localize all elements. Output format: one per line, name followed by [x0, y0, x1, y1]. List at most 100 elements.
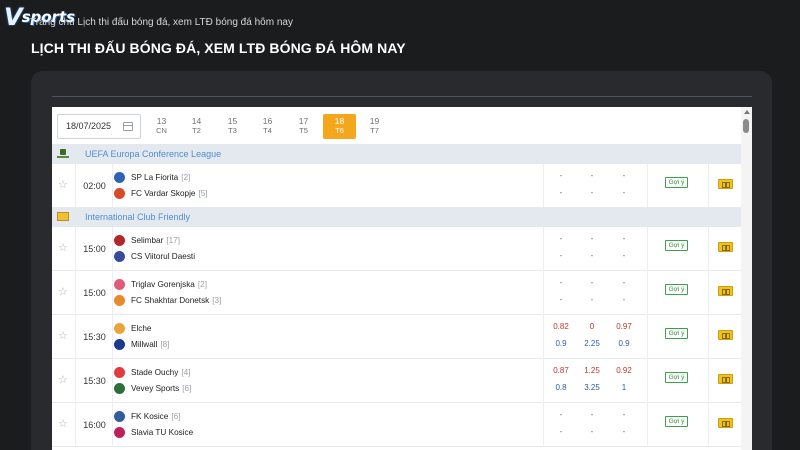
divider — [647, 403, 648, 447]
day-date: 18 — [334, 116, 345, 126]
card-divider — [52, 96, 752, 97]
match-row[interactable]: ☆ 15:00 Selimbar [17] CS Viitorul Daesti - - - -… — [52, 227, 741, 271]
live-stream-icon[interactable] — [718, 179, 733, 189]
team-name[interactable]: FC Shakhtar Donetsk — [131, 296, 209, 305]
day-tab-3[interactable]: 16 T4 — [251, 116, 284, 138]
home-team[interactable]: Elche — [114, 321, 154, 335]
team-rank: [8] — [160, 339, 170, 349]
star-icon[interactable]: ☆ — [58, 285, 68, 298]
home-team[interactable]: FK Kosice [6] — [114, 409, 180, 423]
team-name[interactable]: Triglav Gorenjska — [131, 280, 195, 289]
match-row[interactable]: ☆ 15:30 Elche Millwall [8] 0.82 0 0.97 0.9 2.25 0.… — [52, 315, 741, 359]
odds-value: 3.25 — [584, 383, 600, 392]
team-name[interactable]: Slavia TU Kosice — [131, 428, 193, 437]
day-tab-2[interactable]: 15 T3 — [216, 116, 249, 138]
live-stream-icon[interactable] — [718, 374, 733, 384]
odds-value: - — [622, 251, 626, 260]
team-name[interactable]: Selimbar — [131, 236, 163, 245]
team-name[interactable]: Millwall — [131, 340, 157, 349]
calendar-icon[interactable] — [123, 122, 133, 131]
tip-button[interactable]: Gợi ý — [665, 284, 688, 295]
league-name[interactable]: UEFA Europa Conference League — [85, 149, 221, 159]
day-weekday: T2 — [192, 126, 201, 135]
odds-value: - — [559, 278, 563, 287]
star-icon[interactable]: ☆ — [58, 329, 68, 342]
home-team[interactable]: Selimbar [17] — [114, 233, 180, 247]
live-stream-icon[interactable] — [718, 330, 733, 340]
star-icon[interactable]: ☆ — [58, 178, 68, 191]
odds-value: 0.9 — [555, 339, 567, 348]
league-header[interactable]: International Club Friendly — [52, 207, 741, 227]
away-team[interactable]: FC Shakhtar Donetsk [3] — [114, 293, 221, 307]
team-name[interactable]: Elche — [131, 324, 151, 333]
away-team[interactable]: Slavia TU Kosice — [114, 425, 196, 439]
tip-button[interactable]: Gợi ý — [665, 240, 688, 251]
day-date: 13 — [156, 116, 167, 126]
team-name[interactable]: Vevey Sports — [131, 384, 179, 393]
day-tab-6[interactable]: 19 T7 — [358, 116, 391, 138]
live-stream-icon[interactable] — [718, 242, 733, 252]
away-team[interactable]: Vevey Sports [6] — [114, 381, 191, 395]
team-crest-icon — [114, 171, 125, 183]
match-row[interactable]: ☆ 02:00 SP La Fiorita [2] FC Vardar Skopje [5… — [52, 164, 741, 208]
tip-button[interactable]: Gợi ý — [665, 372, 688, 383]
odds-value: 0.97 — [616, 322, 632, 331]
team-crest-icon — [114, 382, 125, 394]
team-crest-icon — [114, 322, 125, 334]
odds-value: - — [559, 295, 563, 304]
home-team[interactable]: Triglav Gorenjska [2] — [114, 277, 207, 291]
odds-value: - — [622, 295, 626, 304]
day-tab-1[interactable]: 14 T2 — [180, 116, 213, 138]
live-stream-icon[interactable] — [718, 418, 733, 428]
divider — [708, 227, 709, 271]
home-team[interactable]: SP La Fiorita [2] — [114, 170, 190, 184]
team-name[interactable]: Stade Ouchy — [131, 368, 178, 377]
live-stream-icon[interactable] — [718, 286, 733, 296]
divider — [647, 359, 648, 403]
league-name[interactable]: International Club Friendly — [85, 212, 190, 222]
match-time: 15:30 — [77, 315, 113, 359]
breadcrumb[interactable]: Trang chủ Lịch thi đấu bóng đá, xem LTĐ … — [30, 17, 293, 28]
match-row[interactable]: ☆ 15:30 Stade Ouchy [4] Vevey Sports [6] 0.87 1… — [52, 359, 741, 403]
tip-button[interactable]: Gợi ý — [665, 416, 688, 427]
match-row[interactable]: ☆ 15:00 Triglav Gorenjska [2] FC Shakhtar Do… — [52, 271, 741, 315]
day-date: 17 — [298, 116, 309, 126]
scrollbar[interactable] — [741, 107, 752, 450]
odds-value: - — [590, 427, 594, 436]
star-icon[interactable]: ☆ — [58, 417, 68, 430]
day-weekday: T5 — [299, 126, 308, 135]
odds-value: 0.87 — [553, 366, 569, 375]
odds-value: - — [590, 171, 594, 180]
page-title: LỊCH THI ĐẤU BÓNG ĐÁ, XEM LTĐ BÓNG ĐÁ HÔ… — [31, 40, 406, 56]
away-team[interactable]: CS Viitorul Daesti — [114, 249, 198, 263]
date-value: 18/07/2025 — [66, 121, 112, 131]
odds-value: - — [622, 278, 626, 287]
team-rank: [6] — [171, 411, 181, 421]
team-name[interactable]: FK Kosice — [131, 412, 168, 421]
divider — [647, 315, 648, 359]
odds-value: 2.25 — [584, 339, 600, 348]
tip-button[interactable]: Gợi ý — [665, 177, 688, 188]
date-picker-input[interactable]: 18/07/2025 — [57, 114, 141, 139]
odds-value: 0.92 — [616, 366, 632, 375]
scroll-up-arrow-icon[interactable] — [744, 110, 750, 114]
home-team[interactable]: Stade Ouchy [4] — [114, 365, 190, 379]
away-team[interactable]: FC Vardar Skopje [5] — [114, 186, 208, 200]
odds-value: 0.8 — [555, 383, 567, 392]
tip-button[interactable]: Gợi ý — [665, 328, 688, 339]
odds-value: - — [590, 188, 594, 197]
league-header[interactable]: UEFA Europa Conference League — [52, 144, 741, 164]
away-team[interactable]: Millwall [8] — [114, 337, 170, 351]
day-tab-4[interactable]: 17 T5 — [287, 116, 320, 138]
scrollbar-thumb[interactable] — [743, 119, 749, 133]
divider — [543, 359, 544, 403]
team-name[interactable]: FC Vardar Skopje — [131, 189, 195, 198]
star-icon[interactable]: ☆ — [58, 241, 68, 254]
team-name[interactable]: SP La Fiorita — [131, 173, 178, 182]
match-row[interactable]: ☆ 16:00 FK Kosice [6] Slavia TU Kosice - - - - - -… — [52, 403, 741, 447]
day-tab-0[interactable]: 13 CN — [145, 116, 178, 138]
odds-value: - — [559, 427, 563, 436]
team-name[interactable]: CS Viitorul Daesti — [131, 252, 195, 261]
star-icon[interactable]: ☆ — [58, 373, 68, 386]
day-tab-5[interactable]: 18 T6 — [323, 114, 356, 139]
